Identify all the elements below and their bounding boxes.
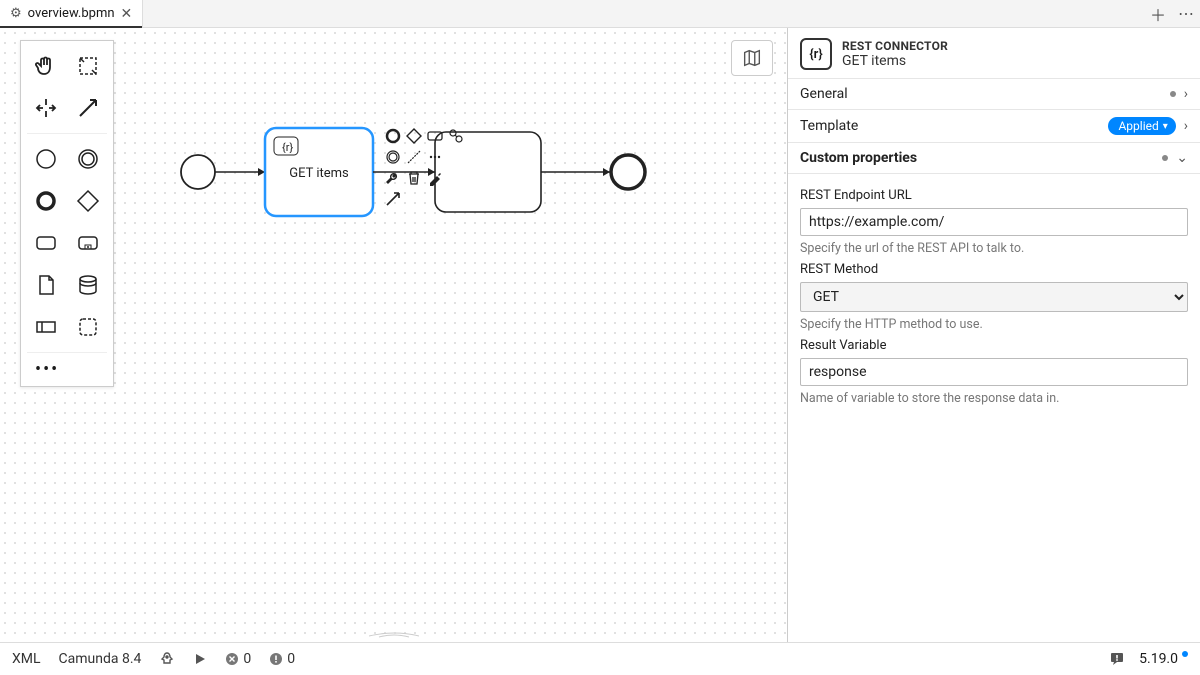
pad-start-event-icon[interactable] [383,126,402,145]
feedback-icon[interactable] [1109,651,1125,667]
pad-task-icon[interactable] [425,126,444,145]
group-tool[interactable] [69,308,107,346]
panel-resize-handle[interactable] [369,630,419,638]
custom-properties-form: REST Endpoint URL Specify the url of the… [788,174,1200,414]
tool-palette: ••• [20,40,114,387]
tab-title: overview.bpmn [28,6,115,21]
intermediate-event-tool[interactable] [69,140,107,178]
start-event-tool[interactable] [27,140,65,178]
version-label[interactable]: 5.19.0 [1139,651,1188,667]
chevron-down-icon: ▾ [1163,121,1168,132]
main-area: ••• {r} GET items [0,28,1200,642]
pool-tool[interactable] [27,308,65,346]
url-input[interactable] [800,208,1188,236]
method-select[interactable]: GET [800,282,1188,312]
end-event[interactable] [611,155,645,189]
dot-icon [1162,155,1168,161]
data-object-tool[interactable] [27,266,65,304]
method-help: Specify the HTTP method to use. [800,317,1188,332]
gear-icon: ⚙ [10,6,22,21]
pad-color-icon[interactable] [425,168,444,187]
context-pad [383,126,467,208]
pad-delete-icon[interactable] [404,168,423,187]
error-count[interactable]: 0 [225,651,251,667]
end-event-tool[interactable] [27,182,65,220]
pad-connect-icon[interactable] [383,189,402,208]
start-event[interactable] [181,155,215,189]
pad-more-icon[interactable] [425,147,444,166]
task-tool[interactable] [27,224,65,262]
url-help: Specify the url of the REST API to talk … [800,241,1188,256]
section-custom-properties[interactable]: Custom properties ⌄ [788,143,1200,174]
tab-bar: ⚙ overview.bpmn ✕ ＋ ⋯ [0,0,1200,28]
url-label: REST Endpoint URL [800,188,1188,203]
pad-gateway-icon[interactable] [404,126,423,145]
pad-intermediate-event-icon[interactable] [383,147,402,166]
close-icon[interactable]: ✕ [121,6,133,22]
result-label: Result Variable [800,338,1188,353]
deploy-icon[interactable] [159,651,175,667]
pad-annotation-icon[interactable] [404,147,423,166]
properties-header: {r} REST CONNECTOR GET items [788,28,1200,78]
new-tab-button[interactable]: ＋ [1144,0,1172,27]
result-help: Name of variable to store the response d… [800,391,1188,406]
section-template[interactable]: Template Applied▾ › [788,110,1200,143]
result-input[interactable] [800,358,1188,386]
pad-blank-1 [446,147,465,166]
method-label: REST Method [800,262,1188,277]
pad-blank-2 [446,168,465,187]
task-label: GET items [289,166,349,181]
properties-kind: REST CONNECTOR [842,39,948,53]
chevron-right-icon: › [1184,118,1188,134]
subprocess-tool[interactable] [69,224,107,262]
gateway-tool[interactable] [69,182,107,220]
engine-label[interactable]: Camunda 8.4 [59,651,142,667]
properties-name: GET items [842,53,948,69]
applied-badge[interactable]: Applied▾ [1108,117,1175,135]
pad-replace-icon[interactable] [446,126,465,145]
palette-more-button[interactable]: ••• [27,359,107,380]
data-store-tool[interactable] [69,266,107,304]
status-bar: XML Camunda 8.4 0 0 5.19.0 [0,642,1200,675]
canvas[interactable]: ••• {r} GET items [0,28,787,642]
task-icon-label: {r} [282,141,293,154]
lasso-tool[interactable] [69,47,107,85]
properties-panel: {r} REST CONNECTOR GET items General › T… [787,28,1200,642]
connector-icon: {r} [800,38,832,70]
minimap-toggle[interactable] [731,40,773,76]
chevron-right-icon: › [1184,86,1188,102]
update-dot-icon [1182,651,1188,657]
connect-tool[interactable] [69,89,107,127]
run-icon[interactable] [193,652,207,666]
section-general[interactable]: General › [788,78,1200,110]
dot-icon [1170,91,1176,97]
chevron-down-icon: ⌄ [1176,150,1188,166]
file-tab[interactable]: ⚙ overview.bpmn ✕ [0,0,143,27]
warning-count[interactable]: 0 [269,651,295,667]
pad-wrench-icon[interactable] [383,168,402,187]
hand-tool[interactable] [27,47,65,85]
space-tool[interactable] [27,89,65,127]
tab-menu-button[interactable]: ⋯ [1172,0,1200,27]
xml-toggle[interactable]: XML [12,651,41,667]
